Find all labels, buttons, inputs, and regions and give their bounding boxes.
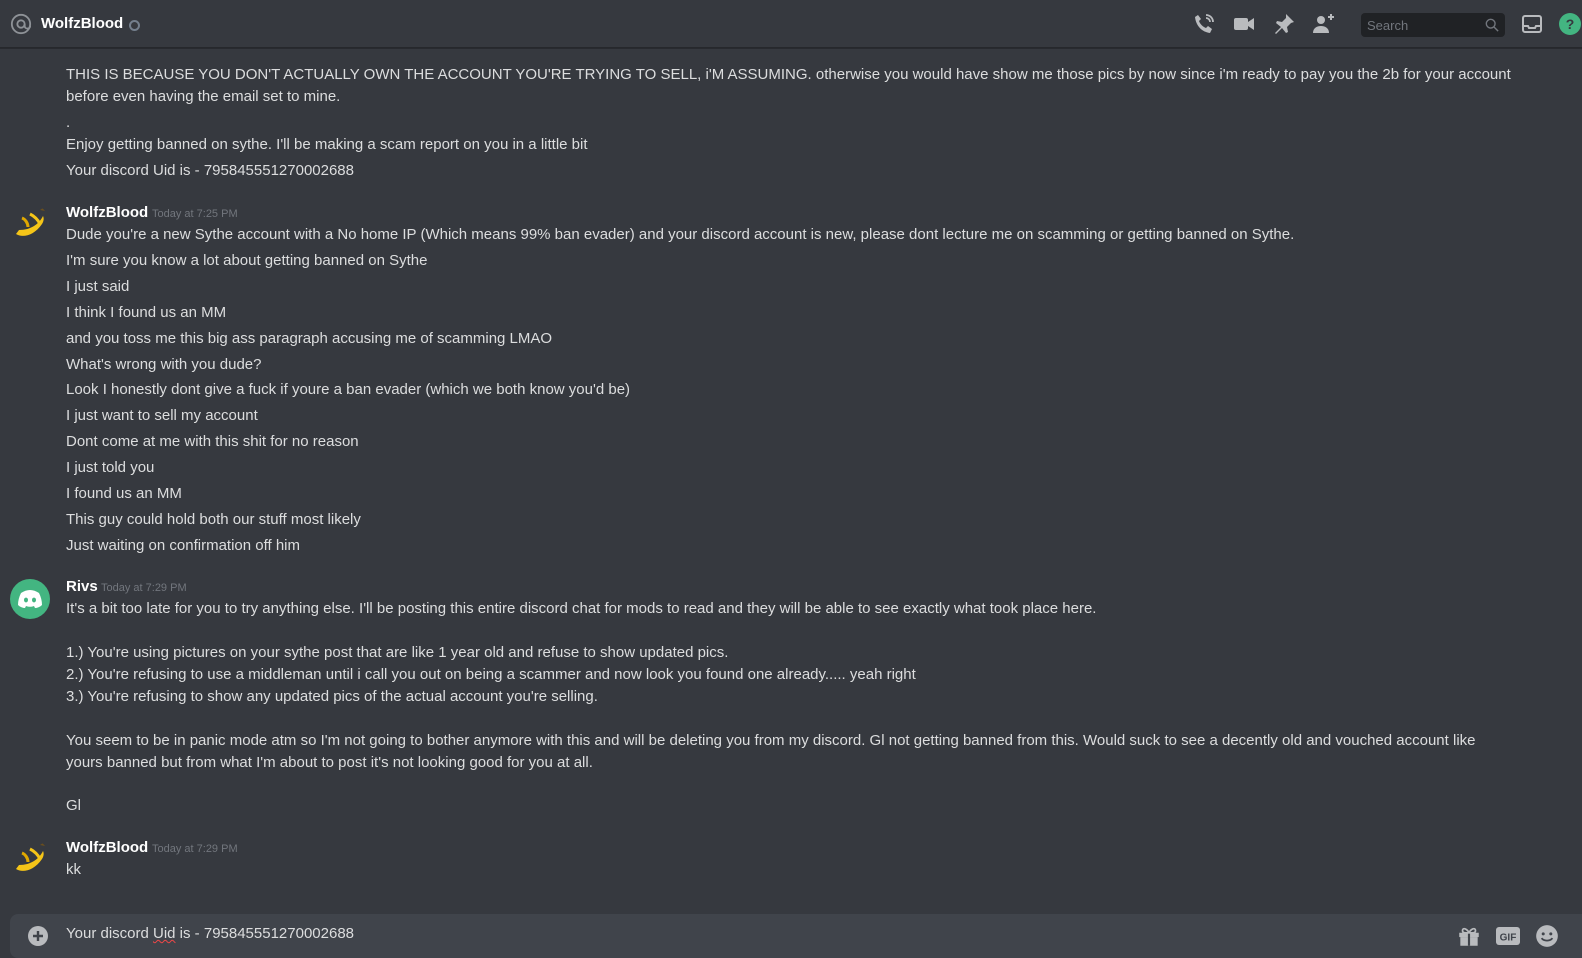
message-line: Your discord Uid is - 795845551270002688 <box>66 162 354 179</box>
message-input-text: is - 795845551270002688 <box>175 925 355 942</box>
message-line: Enjoy getting banned on sythe. I'll be m… <box>66 136 588 153</box>
banana-icon <box>16 208 45 236</box>
message-timestamp: Today at 7:29 PM <box>101 582 187 594</box>
call-icon[interactable] <box>1192 12 1216 36</box>
message-line: 2.) You're refusing to use a middleman u… <box>66 666 916 683</box>
help-icon[interactable]: ? <box>1558 12 1582 36</box>
message-author[interactable]: WolfzBlood <box>66 839 148 856</box>
gif-label: GIF <box>1500 933 1517 944</box>
message-line: I think I found us an MM <box>66 304 227 321</box>
message-line: I'm sure you know a lot about getting ba… <box>66 252 428 269</box>
video-call-icon[interactable] <box>1232 12 1256 36</box>
search-input[interactable] <box>1361 13 1481 37</box>
message-line: You seem to be in panic mode atm so I'm … <box>66 732 1476 771</box>
add-attachment-icon[interactable] <box>26 924 50 948</box>
add-member-icon[interactable] <box>1312 12 1336 36</box>
message-line: kk <box>66 861 81 878</box>
banana-icon <box>16 843 45 871</box>
pin-icon[interactable] <box>1272 12 1296 36</box>
message-input-text: Your discord <box>66 925 153 942</box>
message-line: THIS IS BECAUSE YOU DON'T ACTUALLY OWN T… <box>66 66 1511 105</box>
search-icon <box>1485 18 1499 32</box>
inbox-icon[interactable] <box>1520 12 1544 36</box>
message-line: This guy could hold both our stuff most … <box>66 511 361 528</box>
message-author[interactable]: WolfzBlood <box>66 204 148 221</box>
gif-picker-icon[interactable]: GIF <box>1495 923 1521 949</box>
message-timestamp: Today at 7:29 PM <box>152 843 238 855</box>
message-composer[interactable]: Your discord Uid is - 795845551270002688… <box>10 914 1582 958</box>
message-author[interactable]: Rivs <box>66 578 98 595</box>
gift-icon[interactable] <box>1456 923 1482 949</box>
message-input[interactable]: Your discord Uid is - 795845551270002688 <box>66 925 354 942</box>
message-line: I just told you <box>66 459 155 476</box>
message-list[interactable]: THIS IS BECAUSE YOU DON'T ACTUALLY OWN T… <box>0 49 1582 899</box>
avatar-default[interactable] <box>10 579 50 619</box>
message-line: 1.) You're using pictures on your sythe … <box>66 644 729 661</box>
emoji-picker-icon[interactable] <box>1534 923 1560 949</box>
avatar-banana[interactable] <box>10 204 50 244</box>
search-box[interactable] <box>1361 13 1505 37</box>
message-line: Gl <box>66 797 81 814</box>
message-line: I found us an MM <box>66 485 182 502</box>
status-offline-icon <box>129 20 140 31</box>
svg-text:?: ? <box>1566 16 1575 32</box>
message-line: I just said <box>66 278 130 295</box>
message-line: Look I honestly dont give a fuck if your… <box>66 381 631 398</box>
discord-logo-icon <box>18 590 42 608</box>
message-timestamp: Today at 7:25 PM <box>152 208 238 220</box>
message-line: . <box>66 114 71 131</box>
message-line: It's a bit too late for you to try anyth… <box>66 600 1097 617</box>
message-line: 3.) You're refusing to show any updated … <box>66 688 598 705</box>
message-line: Dude you're a new Sythe account with a N… <box>66 226 1295 243</box>
message-line: I just want to sell my account <box>66 407 258 424</box>
channel-title: WolfzBlood <box>41 15 124 32</box>
at-icon <box>10 13 32 35</box>
misspelled-word: Uid <box>153 925 176 942</box>
channel-header: WolfzBlood ? <box>0 0 1582 48</box>
message-line: Just waiting on confirmation off him <box>66 537 301 554</box>
avatar-banana[interactable] <box>10 839 50 879</box>
message-line: What's wrong with you dude? <box>66 356 262 373</box>
message-line: Dont come at me with this shit for no re… <box>66 433 359 450</box>
message-line: and you toss me this big ass paragraph a… <box>66 330 553 347</box>
